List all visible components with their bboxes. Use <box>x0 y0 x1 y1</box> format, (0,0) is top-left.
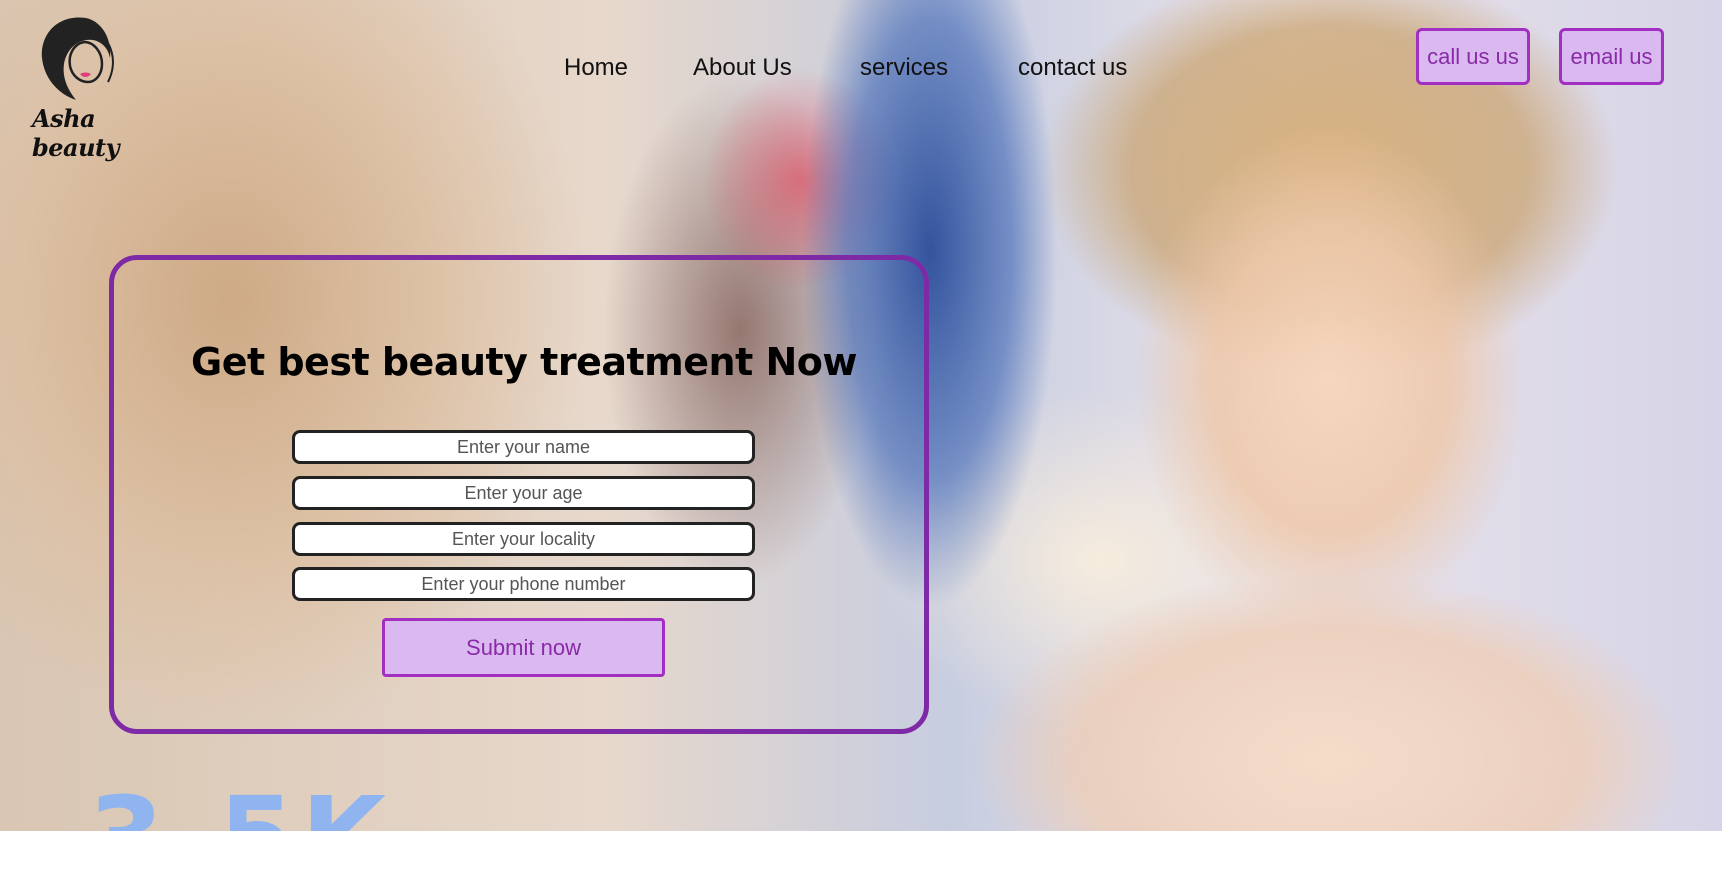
form-title: Get best beauty treatment Now <box>191 340 858 384</box>
nav-services[interactable]: services <box>860 54 948 82</box>
nav-about-us[interactable]: About Us <box>693 54 792 82</box>
booking-form: Get best beauty treatment Now Submit now <box>109 255 929 734</box>
call-us-button[interactable]: call us us <box>1416 28 1530 85</box>
email-us-button[interactable]: email us <box>1559 28 1664 85</box>
age-field[interactable] <box>292 476 755 510</box>
stat-value: 3.5K <box>88 782 392 831</box>
brand-name: Asha beauty <box>32 104 120 162</box>
brand-logo[interactable]: Asha beauty <box>22 12 182 162</box>
woman-silhouette-icon <box>41 17 114 100</box>
nav-home[interactable]: Home <box>564 54 628 82</box>
locality-field[interactable] <box>292 522 755 556</box>
submit-button[interactable]: Submit now <box>382 618 665 677</box>
stat-counter: 3.5K <box>88 770 392 831</box>
name-field[interactable] <box>292 430 755 464</box>
phone-field[interactable] <box>292 567 755 601</box>
nav-contact-us[interactable]: contact us <box>1018 54 1127 82</box>
